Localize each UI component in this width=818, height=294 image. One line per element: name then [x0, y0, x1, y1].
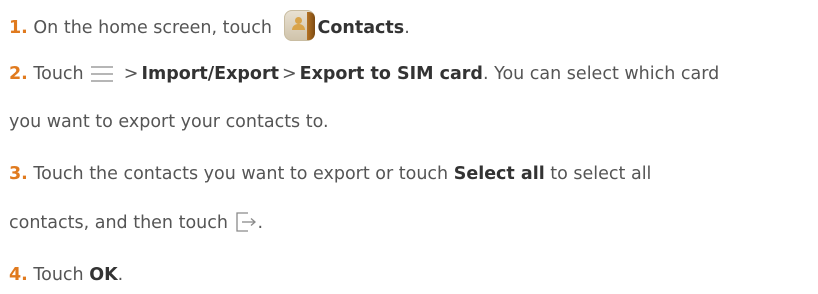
step-3: 3. Touch the contacts you want to export…	[9, 164, 652, 184]
step-text: Touch	[33, 265, 84, 285]
step-text: Touch the contacts you want to export or…	[33, 164, 449, 184]
step-4: 4. Touch OK.	[9, 265, 124, 285]
step-2-continued: you want to export your contacts to.	[9, 112, 329, 132]
separator: >	[281, 64, 297, 84]
step-1: 1. On the home screen, touch Contacts.	[9, 10, 410, 41]
export-to-sim-label: Export to SIM card	[299, 64, 483, 84]
step-number: 1.	[9, 18, 28, 38]
menu-icon	[91, 66, 114, 82]
step-text: On the home screen, touch	[33, 18, 272, 38]
step-text: Touch	[33, 64, 84, 84]
export-icon	[235, 212, 256, 232]
step-2: 2. Touch > Import/Export > Export to SIM ca…	[9, 64, 720, 84]
step-number: 3.	[9, 164, 28, 184]
step-number: 4.	[9, 265, 28, 285]
contacts-app-icon	[283, 10, 315, 41]
import-export-label: Import/Export	[141, 64, 279, 84]
contacts-label: Contacts	[317, 18, 405, 38]
step-3-continued: contacts, and then touch .	[9, 212, 264, 233]
step-number: 2.	[9, 64, 28, 84]
select-all-label: Select all	[453, 164, 545, 184]
separator: >	[123, 64, 139, 84]
ok-label: OK	[89, 265, 118, 285]
